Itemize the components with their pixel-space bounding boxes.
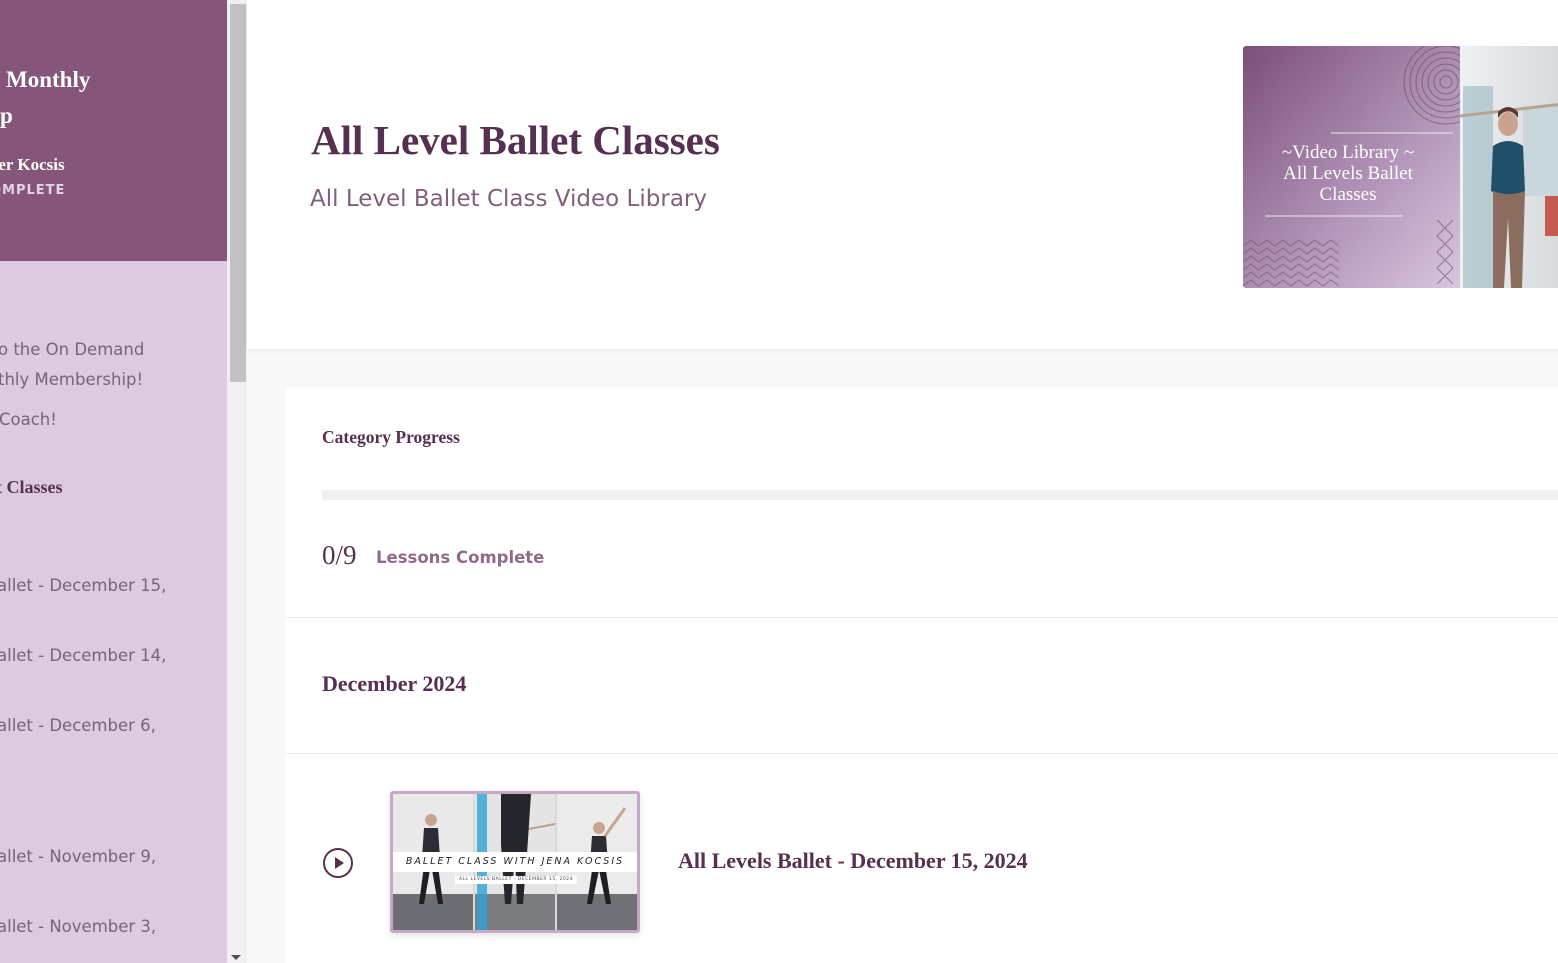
play-circle-icon[interactable]: [322, 847, 354, 879]
lessons-complete-count: 0/9: [322, 540, 357, 570]
course-author: ifer Kocsis: [0, 155, 65, 174]
category-progress-bar: [322, 490, 1558, 500]
page-title: All Level Ballet Classes: [311, 117, 720, 163]
cover-text-line-1: ~Video Library ~: [1282, 142, 1414, 163]
course-status: OMPLETE: [0, 183, 66, 198]
course-title: Monthly p: [0, 62, 90, 134]
lesson-row[interactable]: BALLET CLASS WITH JENA KOCSIS ALL LEVELS…: [285, 754, 1558, 963]
course-title-line-1: Monthly: [6, 67, 91, 92]
sidebar-item-coach[interactable]: Coach!: [0, 410, 57, 429]
lesson-thumbnail[interactable]: BALLET CLASS WITH JENA KOCSIS ALL LEVELS…: [390, 791, 640, 933]
category-content-card: Category Progress 0/9 Lessons Complete D…: [285, 387, 1558, 963]
thumbnail-subcaption: ALL LEVELS BALLET - DECEMBER 15, 2024: [455, 876, 577, 884]
category-header: All Level Ballet Classes All Level Balle…: [247, 0, 1558, 349]
category-cover-image: ~Video Library ~ All Levels Ballet Class…: [1243, 46, 1558, 288]
category-progress-label: Category Progress: [322, 427, 460, 447]
sidebar-section-ballet-classes[interactable]: t Classes: [0, 477, 63, 498]
sidebar-item-welcome-line-2[interactable]: thly Membership!: [0, 370, 143, 389]
sidebar-scroll-thumb[interactable]: [230, 4, 246, 382]
course-sidebar: Monthly p ifer Kocsis OMPLETE o the On D…: [0, 0, 227, 963]
course-title-line-2: p: [0, 103, 13, 128]
sidebar-lesson-item[interactable]: allet - November 9,: [0, 847, 156, 866]
cover-text-line-2: All Levels Ballet: [1283, 163, 1414, 184]
sidebar-lesson-item[interactable]: allet - December 6,: [0, 716, 156, 735]
month-heading: December 2024: [322, 671, 467, 696]
thumbnail-caption: BALLET CLASS WITH JENA KOCSIS: [393, 852, 637, 872]
scroll-down-arrow-icon[interactable]: [231, 955, 241, 960]
sidebar-lesson-item[interactable]: allet - December 14,: [0, 646, 166, 665]
sidebar-item-welcome-line-1[interactable]: o the On Demand: [0, 340, 144, 359]
cover-text-line-3: Classes: [1320, 184, 1377, 205]
sidebar-lesson-item[interactable]: allet - November 3,: [0, 917, 156, 936]
divider: [285, 617, 1558, 618]
lessons-complete-label: Lessons Complete: [376, 548, 545, 567]
sidebar-lesson-item[interactable]: allet - December 15,: [0, 576, 166, 595]
sidebar-header: Monthly p ifer Kocsis OMPLETE: [0, 0, 227, 261]
page-subtitle: All Level Ballet Class Video Library: [310, 186, 707, 212]
lesson-title-link[interactable]: All Levels Ballet - December 15, 2024: [678, 848, 1028, 874]
